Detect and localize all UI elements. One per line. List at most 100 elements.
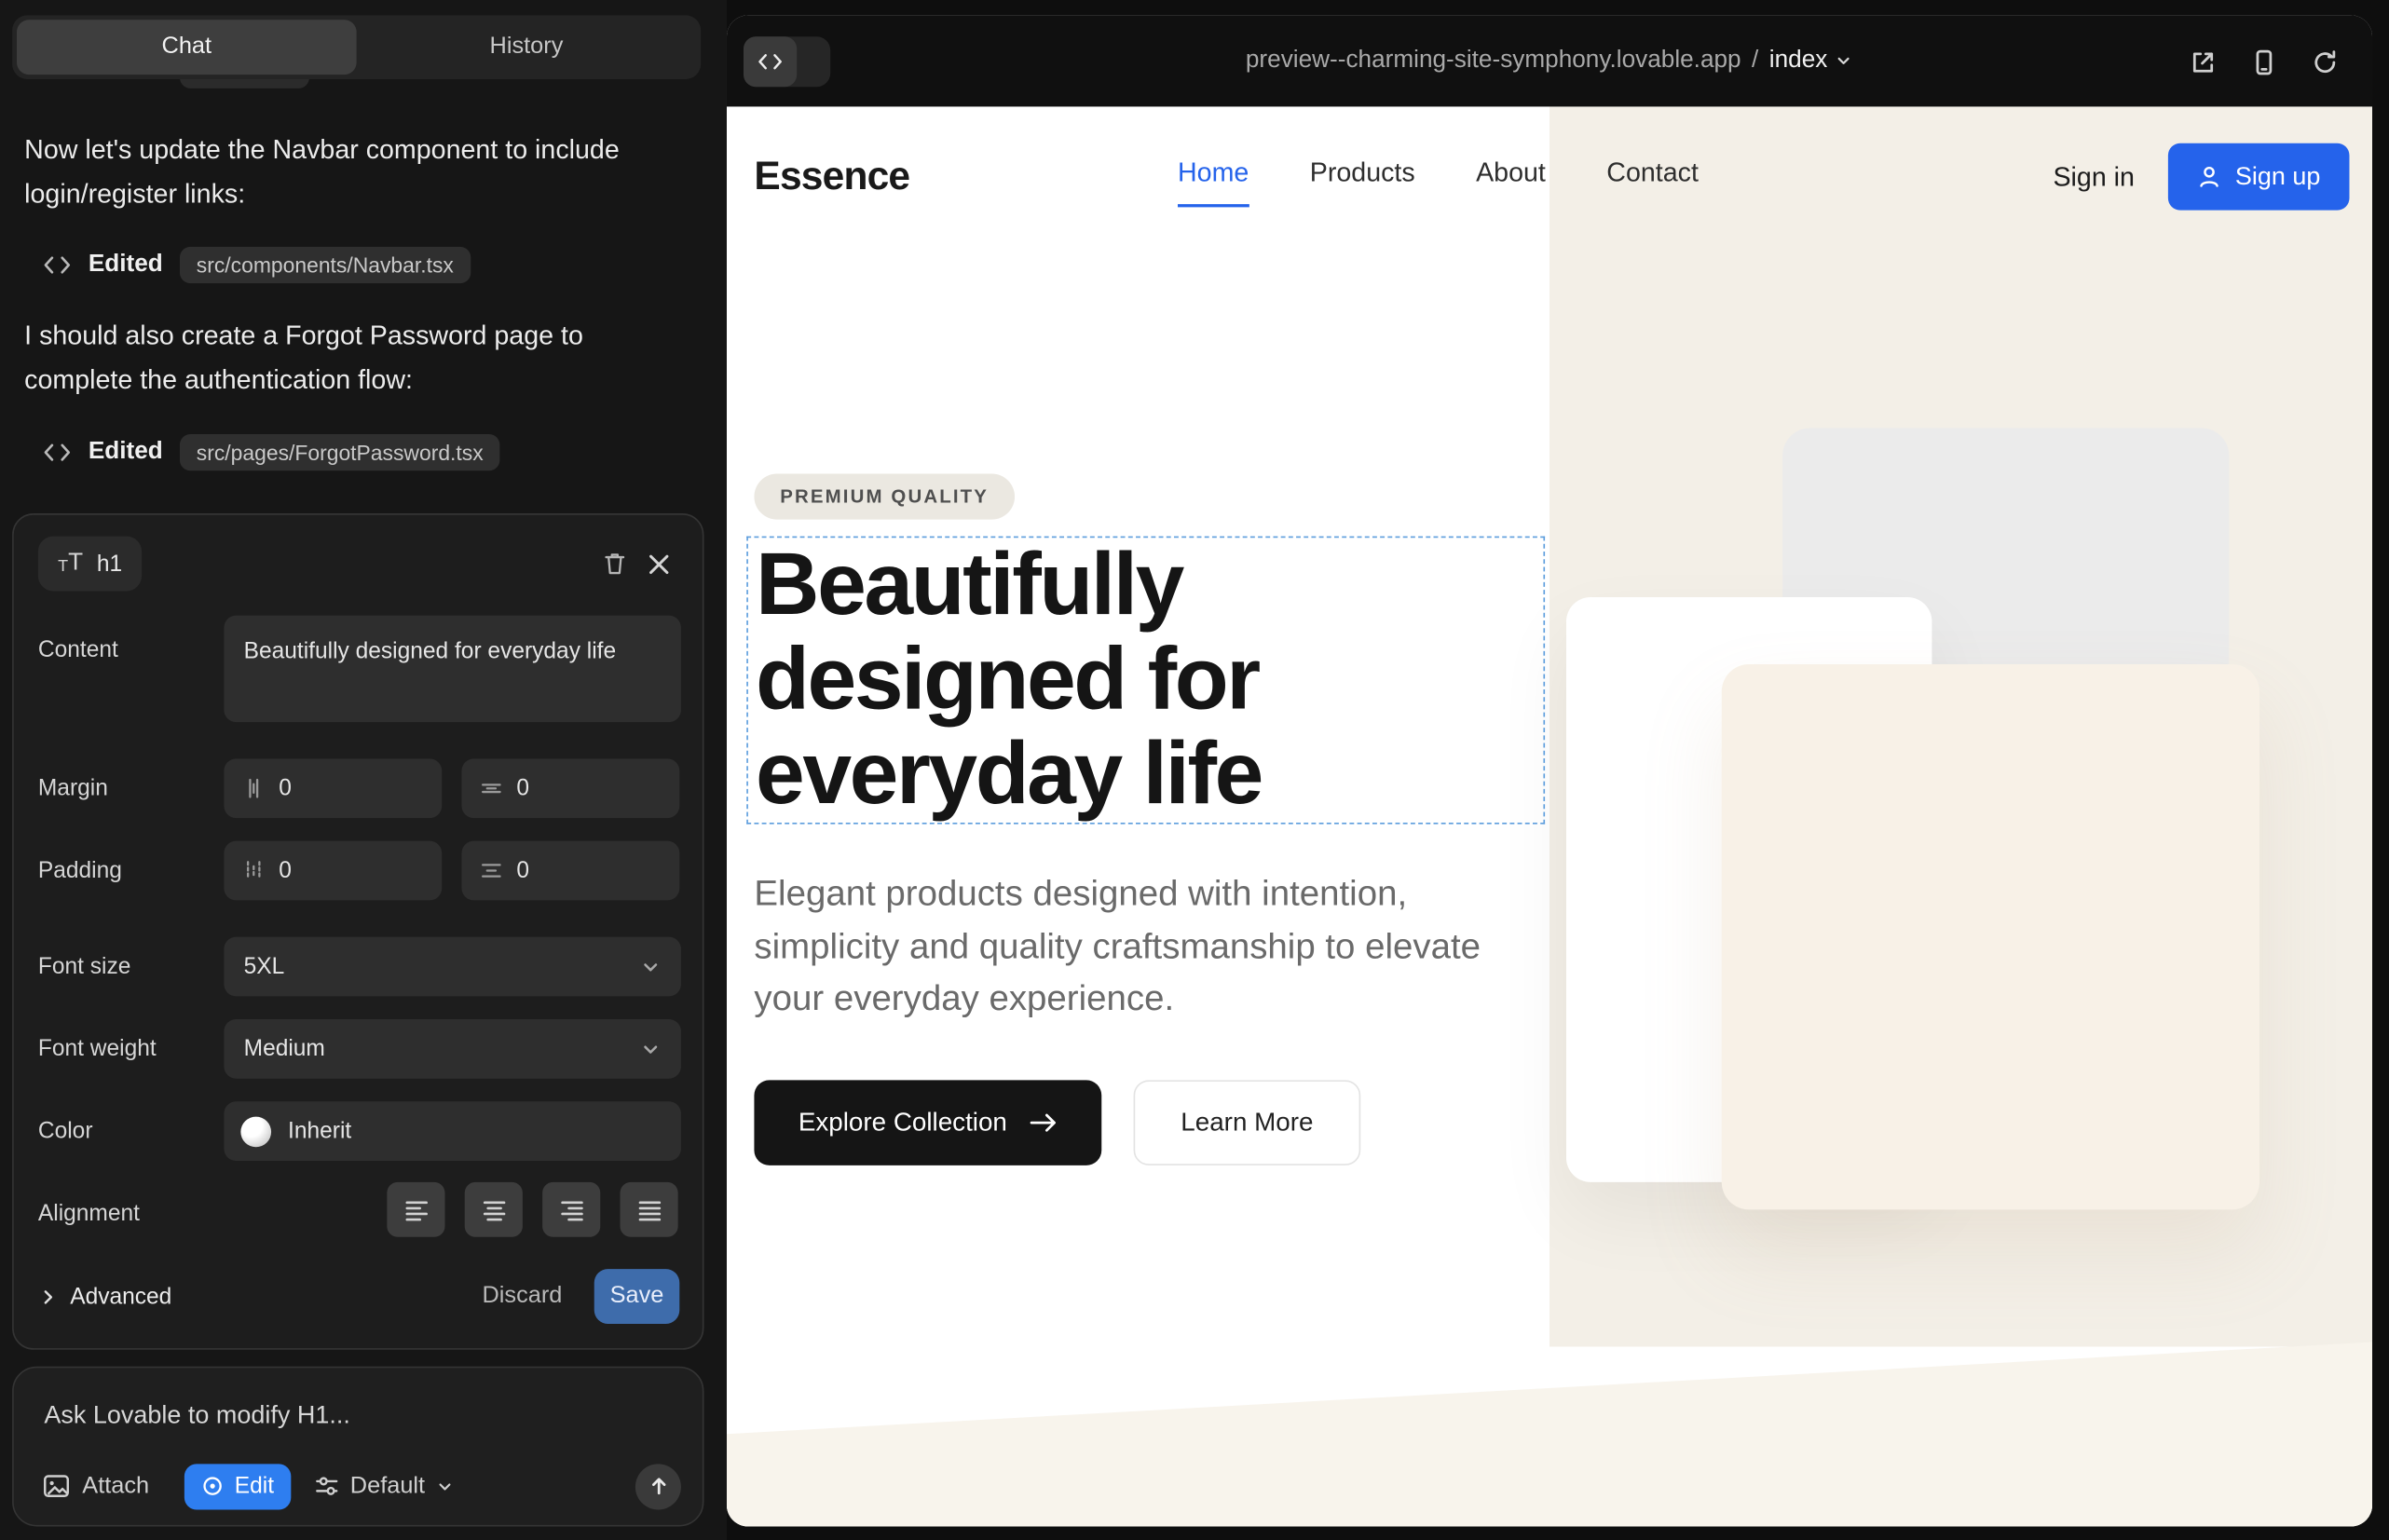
- refresh-button[interactable]: [2308, 45, 2341, 78]
- attach-button[interactable]: Attach: [43, 1472, 149, 1499]
- open-in-new-tab-button[interactable]: [2187, 45, 2220, 78]
- image-icon: [43, 1473, 70, 1499]
- composer-input[interactable]: Ask Lovable to modify H1...: [44, 1401, 349, 1430]
- padding-x-input[interactable]: 0: [461, 841, 679, 901]
- alignment-button-group: [387, 1182, 677, 1237]
- discard-button[interactable]: Discard: [482, 1283, 562, 1310]
- font-weight-select[interactable]: Medium: [224, 1019, 681, 1079]
- hero-paragraph: Elegant products designed with intention…: [754, 866, 1504, 1024]
- hero-section: PREMIUM QUALITY Beautifully designed for…: [727, 106, 2372, 1526]
- edited-file-row: Edited src/pages/ForgotPassword.tsx: [43, 431, 500, 474]
- padding-y-value: 0: [279, 858, 292, 884]
- save-button[interactable]: Save: [594, 1269, 680, 1324]
- advanced-toggle[interactable]: Advanced: [38, 1284, 171, 1310]
- padding-y-input[interactable]: 0: [224, 841, 442, 901]
- padding-horizontal-icon: [480, 859, 503, 882]
- edited-label: Edited: [89, 439, 163, 466]
- file-badge[interactable]: src/pages/ForgotPassword.tsx: [180, 434, 500, 470]
- mobile-view-button[interactable]: [2247, 45, 2281, 78]
- text-type-icon: TT: [58, 552, 83, 576]
- element-editor-panel: TT h1 Content Beautifully designed for e…: [12, 513, 703, 1350]
- margin-x-input[interactable]: 0: [461, 758, 679, 818]
- chevron-right-icon: [38, 1287, 58, 1306]
- hero-cta-row: Explore Collection Learn More: [754, 1080, 1360, 1165]
- edit-target-icon: [201, 1475, 225, 1498]
- address-bar: preview--charming-site-symphony.lovable.…: [727, 15, 2372, 106]
- font-size-label: Font size: [38, 954, 131, 980]
- element-tag-label: h1: [97, 551, 122, 577]
- tab-history[interactable]: History: [357, 20, 697, 75]
- chevron-down-icon: [640, 1038, 662, 1059]
- content-label: Content: [38, 637, 118, 663]
- padding-label: Padding: [38, 858, 122, 884]
- edit-mode-button[interactable]: Edit: [184, 1464, 291, 1509]
- cta-primary-label: Explore Collection: [799, 1108, 1007, 1138]
- font-size-select[interactable]: 5XL: [224, 937, 681, 997]
- explore-collection-button[interactable]: Explore Collection: [754, 1080, 1101, 1165]
- preview-toolbar: preview--charming-site-symphony.lovable.…: [727, 15, 2372, 106]
- alignment-label: Alignment: [38, 1201, 140, 1227]
- editor-header: TT h1: [38, 535, 681, 593]
- font-size-value: 5XL: [244, 954, 285, 980]
- align-justify-button[interactable]: [621, 1182, 678, 1237]
- chevron-down-icon: [640, 956, 662, 977]
- chat-composer: Ask Lovable to modify H1... Attach Edit: [12, 1367, 703, 1527]
- chat-panel: Chat History Now let's update the Navbar…: [0, 0, 727, 1540]
- model-default-button[interactable]: Default: [314, 1472, 455, 1499]
- edited-file-row: Edited src/components/Navbar.tsx: [43, 244, 471, 287]
- arrow-right-icon: [1030, 1112, 1057, 1134]
- tab-chat[interactable]: Chat: [17, 20, 357, 75]
- file-badge[interactable]: src/components/Navbar.tsx: [180, 247, 471, 283]
- preview-site: Essence Home Products About Contact Sign…: [727, 106, 2372, 1526]
- attach-label: Attach: [82, 1472, 149, 1499]
- close-editor-button[interactable]: [637, 541, 681, 585]
- font-weight-value: Medium: [244, 1036, 325, 1062]
- panel-tabs: Chat History: [12, 15, 701, 79]
- selected-element-outline[interactable]: Beautifully designed for everyday life: [746, 537, 1545, 825]
- margin-y-input[interactable]: 0: [224, 758, 442, 818]
- margin-label: Margin: [38, 775, 108, 801]
- chat-message: Now let's update the Navbar component to…: [24, 128, 682, 216]
- align-center-button[interactable]: [465, 1182, 523, 1237]
- default-label: Default: [350, 1472, 425, 1499]
- advanced-label: Advanced: [70, 1284, 171, 1310]
- page-name: index: [1769, 48, 1828, 75]
- color-swatch-icon: [240, 1116, 271, 1147]
- editor-footer: Advanced Discard Save: [38, 1267, 679, 1325]
- margin-x-value: 0: [516, 775, 529, 801]
- edit-label: Edit: [235, 1473, 274, 1499]
- font-weight-label: Font weight: [38, 1036, 157, 1062]
- path-separator: /: [1752, 48, 1758, 75]
- page-selector[interactable]: index: [1769, 48, 1853, 75]
- toolbar-actions: [2187, 36, 2342, 87]
- send-button[interactable]: [635, 1464, 681, 1509]
- margin-y-value: 0: [279, 775, 292, 801]
- color-label: Color: [38, 1118, 93, 1144]
- preview-pane: preview--charming-site-symphony.lovable.…: [727, 15, 2372, 1526]
- chat-message: I should also create a Forgot Password p…: [24, 314, 682, 402]
- delete-element-button[interactable]: [593, 540, 636, 586]
- padding-x-value: 0: [516, 858, 529, 884]
- align-left-button[interactable]: [387, 1182, 444, 1237]
- color-value: Inherit: [288, 1118, 351, 1144]
- color-select[interactable]: Inherit: [224, 1101, 681, 1161]
- padding-vertical-icon: [242, 859, 266, 882]
- hero-heading[interactable]: Beautifully designed for everyday life: [756, 538, 1540, 821]
- chevron-down-icon: [1835, 52, 1853, 71]
- preview-url[interactable]: preview--charming-site-symphony.lovable.…: [1246, 48, 1741, 75]
- learn-more-button[interactable]: Learn More: [1134, 1080, 1361, 1165]
- code-icon: [43, 254, 72, 276]
- app-stage: Chat History Now let's update the Navbar…: [0, 0, 2389, 1540]
- chevron-down-icon: [436, 1477, 455, 1495]
- edited-label: Edited: [89, 252, 163, 279]
- content-input[interactable]: Beautifully designed for everyday life: [224, 616, 681, 722]
- margin-horizontal-icon: [480, 777, 503, 800]
- element-tag-pill[interactable]: TT h1: [38, 537, 143, 592]
- composer-toolbar: Attach Edit Default: [43, 1463, 681, 1510]
- code-icon: [43, 442, 72, 463]
- quality-badge: PREMIUM QUALITY: [754, 474, 1014, 520]
- arrow-up-icon: [647, 1475, 670, 1498]
- sliders-icon: [314, 1473, 340, 1499]
- align-right-button[interactable]: [542, 1182, 600, 1237]
- margin-vertical-icon: [242, 777, 266, 800]
